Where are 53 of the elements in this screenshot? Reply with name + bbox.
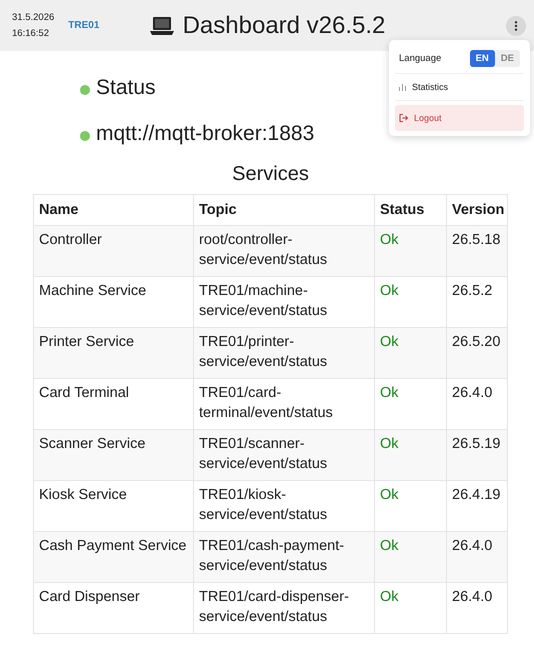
bar-chart-icon	[399, 84, 406, 90]
table-cell: 26.5.19	[446, 429, 508, 480]
indicator-label: Status	[96, 76, 156, 100]
laptop-icon	[148, 16, 175, 36]
table-cell: Card Terminal	[34, 378, 194, 429]
status-cell: Ok	[374, 225, 446, 276]
table-cell: TRE01/kiosk-service/event/status	[194, 480, 374, 531]
status-cell: Ok	[374, 378, 446, 429]
table-cell: 26.5.20	[446, 327, 508, 378]
station-label: TRE01	[68, 20, 100, 31]
menu-item[interactable]: Statistics	[395, 74, 524, 101]
column-header: Status	[374, 194, 446, 225]
language-option[interactable]: EN	[470, 50, 495, 67]
table-cell: Printer Service	[34, 327, 194, 378]
column-header: Version	[446, 194, 508, 225]
more-menu-button[interactable]	[506, 16, 526, 36]
table-cell: Scanner Service	[34, 429, 194, 480]
language-option[interactable]: DE	[494, 50, 520, 67]
status-cell: Ok	[374, 531, 446, 582]
table-cell: 26.4.19	[446, 480, 508, 531]
date-text: 31.5.2026	[12, 10, 54, 24]
status-cell: Ok	[374, 429, 446, 480]
logout-icon	[399, 114, 408, 122]
status-cell: Ok	[374, 276, 446, 327]
table-cell: 26.4.0	[446, 582, 508, 633]
language-label: Language	[399, 53, 442, 64]
table-cell: Kiosk Service	[34, 480, 194, 531]
table-cell: Machine Service	[34, 276, 194, 327]
table-cell: 26.5.2	[446, 276, 508, 327]
table-cell: TRE01/card-dispenser-service/event/status	[194, 582, 374, 633]
table-cell: 26.5.18	[446, 225, 508, 276]
column-header: Topic	[194, 194, 374, 225]
time-text: 16:16:52	[12, 26, 50, 40]
table-cell: 26.4.0	[446, 531, 508, 582]
table-cell: Card Dispenser	[34, 582, 194, 633]
table-cell: 26.4.0	[446, 378, 508, 429]
table-cell: root/controller-service/event/status	[194, 225, 374, 276]
section-title: Services	[231, 163, 310, 186]
table-cell: TRE01/scanner-service/event/status	[194, 429, 374, 480]
status-cell: Ok	[374, 327, 446, 378]
table-cell: Cash Payment Service	[34, 531, 194, 582]
status-cell: Ok	[374, 582, 446, 633]
table-cell: Controller	[34, 225, 194, 276]
column-header: Name	[34, 194, 194, 225]
logout-menu-item[interactable]: Logout	[395, 105, 524, 131]
indicator-label: mqtt://mqtt-broker:1883	[96, 122, 314, 146]
table-cell: TRE01/cash-payment-service/event/status	[194, 531, 374, 582]
page-title: Dashboard v26.5.2	[182, 12, 386, 40]
table-cell: TRE01/machine-service/event/status	[194, 276, 374, 327]
table-cell: TRE01/card-terminal/event/status	[194, 378, 374, 429]
table-cell: TRE01/printer-service/event/status	[194, 327, 374, 378]
more-icon	[514, 20, 518, 30]
status-cell: Ok	[374, 480, 446, 531]
